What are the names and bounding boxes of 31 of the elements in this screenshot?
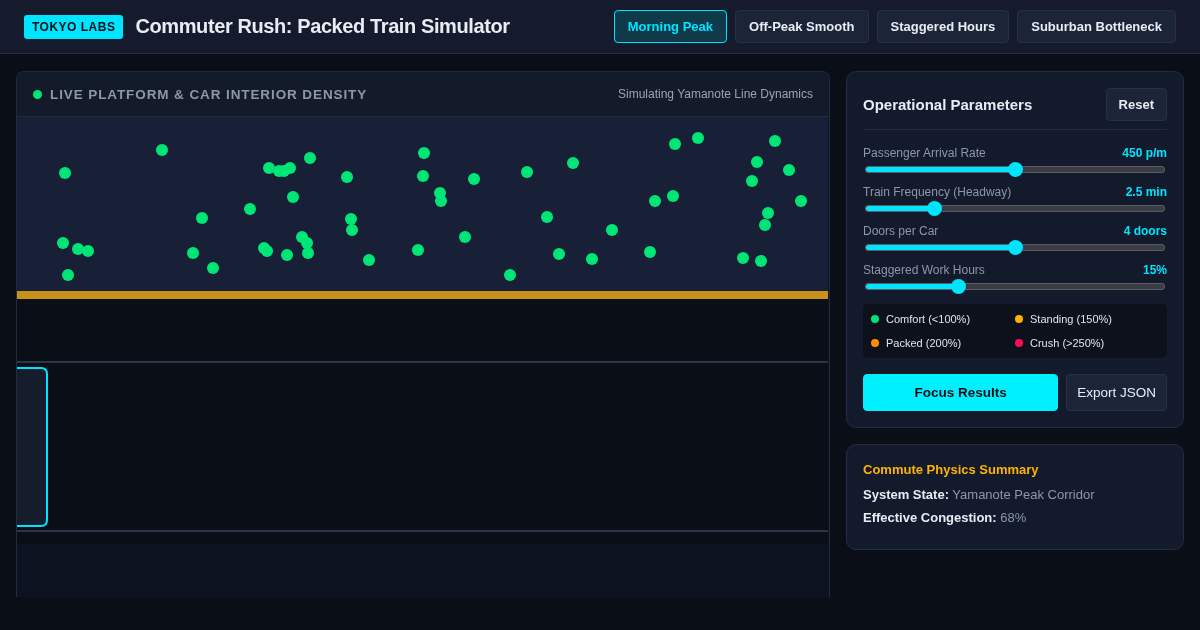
slider-value: 15%: [1142, 263, 1167, 277]
summary-line: Effective Congestion: 68%: [863, 510, 1028, 525]
export-button[interactable]: Export JSON: [1066, 374, 1167, 411]
slider-thumb[interactable]: [1007, 162, 1023, 177]
card-title: Operational Parameters: [863, 96, 1033, 113]
scenario-tab[interactable]: Off-Peak Smooth: [735, 10, 869, 43]
focus-results-button[interactable]: Focus Results: [863, 374, 1059, 411]
slider-label: Passenger Arrival Rate: [863, 146, 986, 160]
app-title: Commuter Rush: Packed Train Simulator: [135, 15, 510, 38]
brand-badge: TOKYO LABS: [24, 14, 124, 39]
reset-button[interactable]: Reset: [1105, 88, 1167, 121]
panel-subtitle: Simulating Yamanote Line Dynamics: [618, 87, 813, 101]
legend-label: Standing (150%): [1030, 313, 1112, 325]
panel-title: LIVE PLATFORM & CAR INTERIOR DENSITY: [50, 86, 368, 102]
slider-label: Doors per Car: [863, 224, 939, 238]
slider-value: 450 p/m: [1122, 146, 1167, 160]
legend-label: Packed (200%): [886, 337, 962, 349]
scenario-tab[interactable]: Suburban Bottleneck: [1017, 10, 1176, 43]
summary-line: System State: Yamanote Peak Corridor: [863, 487, 1096, 502]
slider-thumb[interactable]: [927, 201, 943, 216]
scenario-tab[interactable]: Staggered Hours: [876, 10, 1010, 43]
slider-value: 4 doors: [1123, 224, 1167, 238]
slider-label: Staggered Work Hours: [863, 263, 985, 277]
slider-value: 2.5 min: [1125, 185, 1167, 199]
legend-label: Comfort (<100%): [886, 313, 971, 325]
slider-label: Train Frequency (Headway): [863, 185, 1012, 199]
scenario-tab[interactable]: Morning Peak: [613, 10, 728, 43]
legend-label: Crush (>250%): [1030, 337, 1105, 349]
summary-title: Commute Physics Summary: [863, 462, 1040, 477]
slider-thumb[interactable]: [950, 279, 966, 294]
slider-thumb[interactable]: [1007, 240, 1023, 255]
